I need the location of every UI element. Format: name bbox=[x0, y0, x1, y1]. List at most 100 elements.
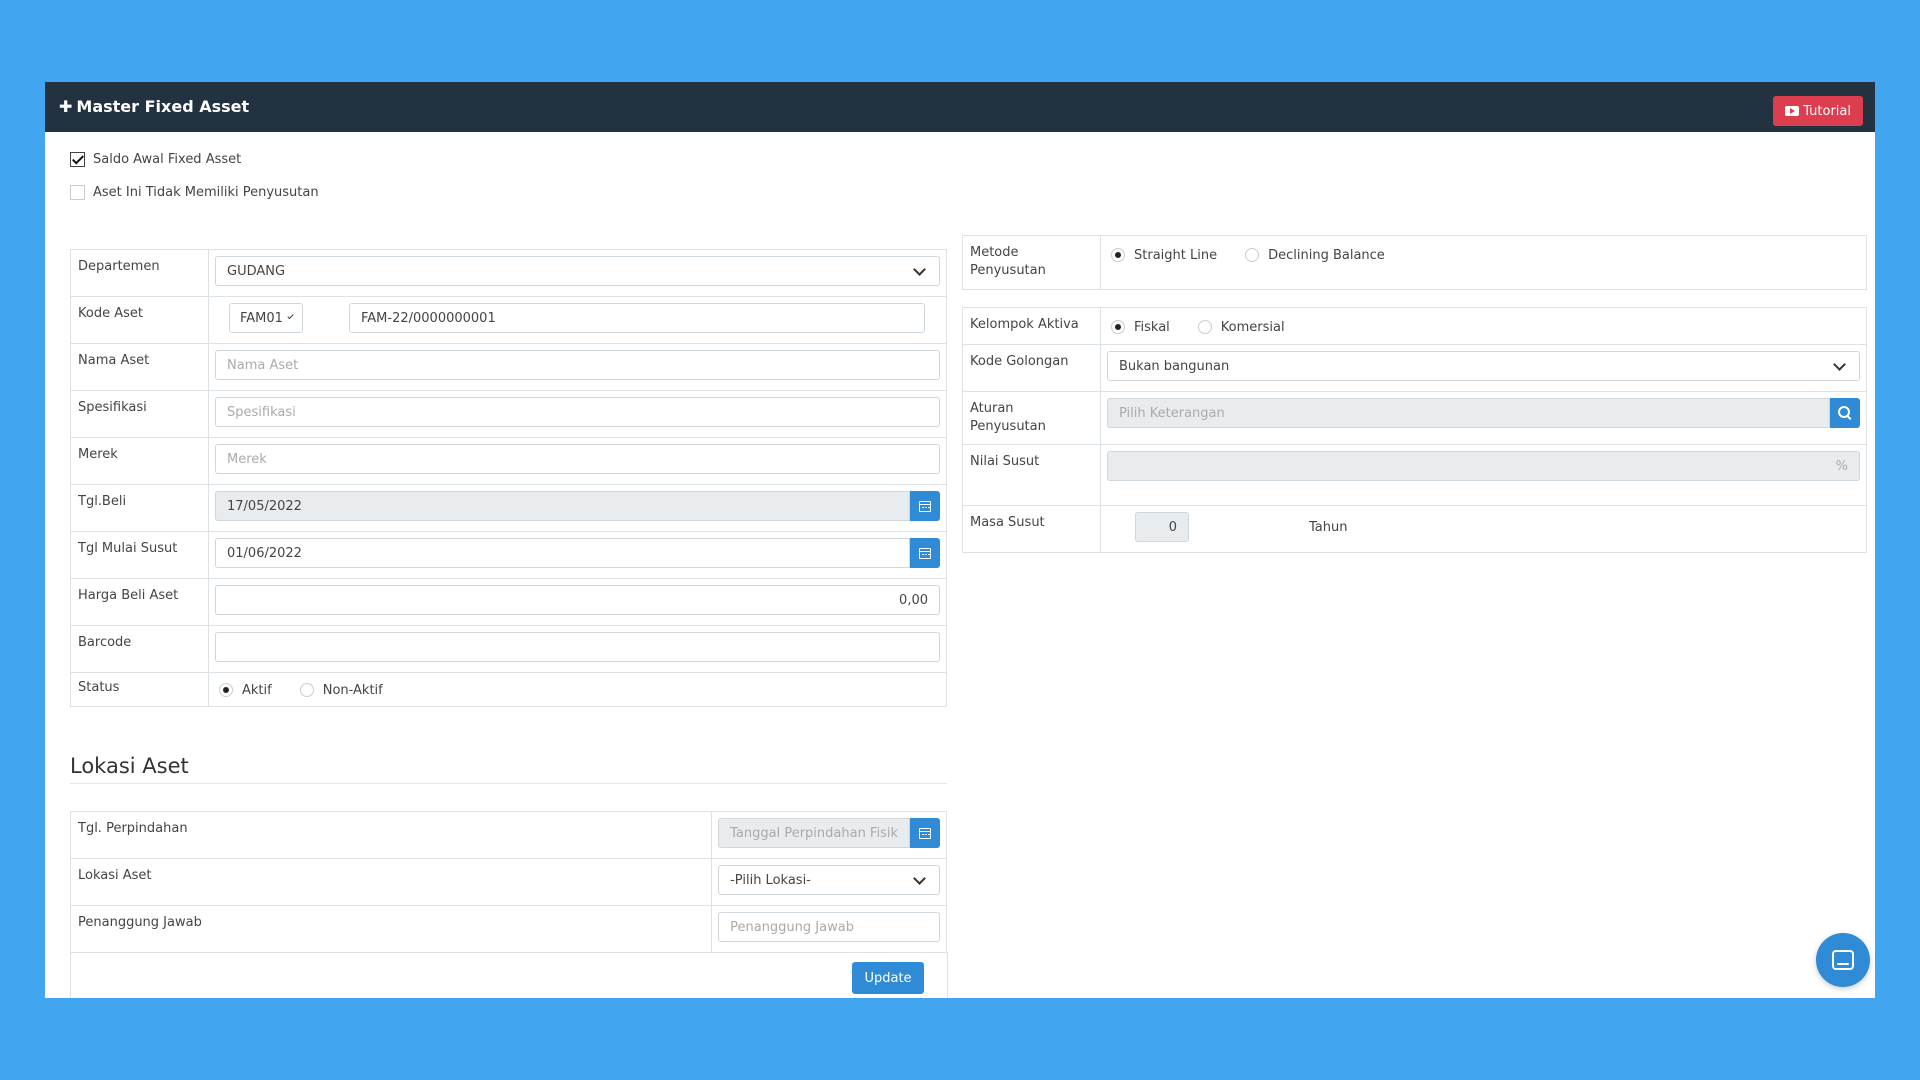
lokasi-aset-select[interactable]: -Pilih Lokasi- bbox=[718, 865, 940, 895]
chevron-down-icon bbox=[287, 312, 294, 320]
chevron-down-icon bbox=[1833, 357, 1846, 371]
saldo-awal-label: Saldo Awal Fixed Asset bbox=[93, 152, 242, 167]
nama-aset-label: Nama Aset bbox=[70, 343, 209, 391]
calendar-icon bbox=[919, 547, 931, 559]
aturan-input[interactable]: Pilih Keterangan bbox=[1107, 398, 1830, 428]
spesifikasi-label: Spesifikasi bbox=[70, 390, 209, 438]
panel-header: ✚ Master Fixed Asset Tutorial bbox=[45, 82, 1875, 132]
status-nonaktif-label: Non-Aktif bbox=[322, 682, 383, 698]
saldo-awal-checkbox[interactable] bbox=[70, 152, 85, 167]
barcode-input[interactable] bbox=[215, 632, 940, 662]
departemen-label: Departemen bbox=[70, 249, 209, 297]
row-departemen: Departemen GUDANG bbox=[70, 249, 947, 297]
tgl-beli-input[interactable]: 17/05/2022 bbox=[215, 491, 910, 521]
departemen-select[interactable]: GUDANG bbox=[215, 256, 940, 286]
row-tgl-perpindahan: Tgl. Perpindahan Tanggal Perpindahan Fis… bbox=[69, 811, 947, 859]
tgl-beli-label: Tgl.Beli bbox=[70, 484, 209, 532]
row-kode-aset: Kode Aset FAM01 FAM-22/0000000001 bbox=[70, 296, 947, 344]
tgl-perpindahan-calendar-button[interactable] bbox=[910, 818, 940, 848]
plus-icon: ✚ bbox=[59, 97, 73, 116]
metode-straight-line-label: Straight Line bbox=[1134, 247, 1218, 263]
chat-widget-button[interactable] bbox=[1816, 933, 1870, 987]
row-barcode: Barcode bbox=[70, 625, 947, 673]
chevron-down-icon bbox=[913, 262, 926, 276]
metode-declining-balance-radio[interactable] bbox=[1245, 248, 1260, 262]
nama-aset-input[interactable]: Nama Aset bbox=[215, 350, 940, 380]
form-footer bbox=[70, 952, 948, 998]
spesifikasi-input[interactable]: Spesifikasi bbox=[215, 397, 940, 427]
status-label: Status bbox=[70, 672, 209, 707]
merek-input[interactable]: Merek bbox=[215, 444, 940, 474]
nilai-susut-input[interactable]: % bbox=[1107, 451, 1860, 481]
row-metode: Metode Penyusutan Straight Line Declinin… bbox=[962, 235, 1867, 290]
youtube-icon bbox=[1785, 106, 1800, 116]
update-button[interactable]: Update bbox=[852, 962, 924, 994]
row-penanggung-jawab: Penanggung Jawab Penanggung Jawab bbox=[69, 905, 947, 953]
kode-golongan-label: Kode Golongan bbox=[962, 344, 1101, 392]
masa-susut-label: Masa Susut bbox=[962, 505, 1101, 553]
kelompok-fiskal-radio[interactable] bbox=[1111, 320, 1125, 334]
harga-beli-label: Harga Beli Aset bbox=[70, 578, 209, 626]
row-masa-susut: Masa Susut 0 Tahun bbox=[962, 505, 1867, 553]
row-kelompok: Kelompok Aktiva Fiskal Komersial bbox=[962, 307, 1867, 345]
tgl-mulai-susut-input[interactable]: 01/06/2022 bbox=[215, 538, 910, 568]
merek-label: Merek bbox=[70, 437, 209, 485]
no-depreciation-label: Aset Ini Tidak Memiliki Penyusutan bbox=[93, 185, 319, 200]
metode-straight-line-radio[interactable] bbox=[1111, 248, 1125, 262]
kode-aset-prefix-select[interactable]: FAM01 bbox=[229, 303, 303, 333]
search-icon bbox=[1838, 406, 1850, 418]
status-aktif-label: Aktif bbox=[242, 682, 272, 698]
lokasi-table: Tgl. Perpindahan Tanggal Perpindahan Fis… bbox=[69, 811, 947, 953]
row-lokasi-aset: Lokasi Aset -Pilih Lokasi- bbox=[69, 858, 947, 906]
kelompok-fiskal-label: Fiskal bbox=[1134, 319, 1170, 335]
calendar-icon bbox=[919, 827, 931, 839]
tutorial-button[interactable]: Tutorial bbox=[1773, 96, 1863, 126]
row-status: Status Aktif Non-Aktif bbox=[70, 672, 947, 707]
penanggung-jawab-input[interactable]: Penanggung Jawab bbox=[718, 912, 940, 942]
aturan-search-button[interactable] bbox=[1830, 398, 1860, 428]
metode-table: Metode Penyusutan Straight Line Declinin… bbox=[962, 235, 1867, 290]
penyusutan-table: Kelompok Aktiva Fiskal Komersial Kode Go… bbox=[962, 307, 1867, 553]
row-tgl-mulai-susut: Tgl Mulai Susut 01/06/2022 bbox=[70, 531, 947, 579]
masa-susut-input[interactable]: 0 bbox=[1135, 512, 1189, 542]
kode-aset-label: Kode Aset bbox=[70, 296, 209, 344]
row-merek: Merek Merek bbox=[70, 437, 947, 485]
section-divider bbox=[70, 783, 947, 784]
master-fixed-asset-panel: ✚ Master Fixed Asset Tutorial Saldo Awal … bbox=[45, 82, 1875, 998]
chat-icon bbox=[1832, 950, 1854, 970]
tgl-perpindahan-label: Tgl. Perpindahan bbox=[69, 811, 713, 859]
masa-susut-unit: Tahun bbox=[1309, 519, 1348, 535]
row-tgl-beli: Tgl.Beli 17/05/2022 bbox=[70, 484, 947, 532]
metode-label: Metode Penyusutan bbox=[962, 235, 1101, 290]
kode-golongan-select[interactable]: Bukan bangunan bbox=[1107, 351, 1860, 381]
kelompok-label: Kelompok Aktiva bbox=[962, 307, 1101, 345]
lokasi-aset-label: Lokasi Aset bbox=[69, 858, 713, 906]
no-depreciation-checkbox[interactable] bbox=[70, 185, 85, 200]
kode-aset-input[interactable]: FAM-22/0000000001 bbox=[349, 303, 925, 333]
tgl-beli-calendar-button[interactable] bbox=[910, 491, 940, 521]
tgl-mulai-susut-calendar-button[interactable] bbox=[910, 538, 940, 568]
chevron-down-icon bbox=[913, 871, 926, 885]
tgl-perpindahan-input[interactable]: Tanggal Perpindahan Fisik bbox=[718, 818, 910, 848]
row-nama-aset: Nama Aset Nama Aset bbox=[70, 343, 947, 391]
barcode-label: Barcode bbox=[70, 625, 209, 673]
lokasi-aset-heading: Lokasi Aset bbox=[70, 754, 189, 778]
calendar-icon bbox=[919, 500, 931, 512]
nilai-susut-label: Nilai Susut bbox=[962, 444, 1101, 506]
harga-beli-input[interactable]: 0,00 bbox=[215, 585, 940, 615]
row-kode-golongan: Kode Golongan Bukan bangunan bbox=[962, 344, 1867, 392]
status-nonaktif-radio[interactable] bbox=[299, 683, 314, 697]
aturan-label: Aturan Penyusutan bbox=[962, 391, 1101, 445]
status-aktif-radio[interactable] bbox=[219, 683, 233, 697]
kelompok-komersial-radio[interactable] bbox=[1197, 320, 1212, 334]
page-title: ✚ Master Fixed Asset bbox=[59, 97, 250, 116]
row-spesifikasi: Spesifikasi Spesifikasi bbox=[70, 390, 947, 438]
penanggung-jawab-label: Penanggung Jawab bbox=[69, 905, 713, 953]
row-aturan: Aturan Penyusutan Pilih Keterangan bbox=[962, 391, 1867, 445]
row-nilai-susut: Nilai Susut % bbox=[962, 444, 1867, 506]
row-harga-beli: Harga Beli Aset 0,00 bbox=[70, 578, 947, 626]
no-depreciation-checkbox-row[interactable]: Aset Ini Tidak Memiliki Penyusutan bbox=[70, 185, 319, 200]
kelompok-komersial-label: Komersial bbox=[1220, 319, 1285, 335]
tgl-mulai-susut-label: Tgl Mulai Susut bbox=[70, 531, 209, 579]
saldo-awal-checkbox-row[interactable]: Saldo Awal Fixed Asset bbox=[70, 152, 241, 167]
